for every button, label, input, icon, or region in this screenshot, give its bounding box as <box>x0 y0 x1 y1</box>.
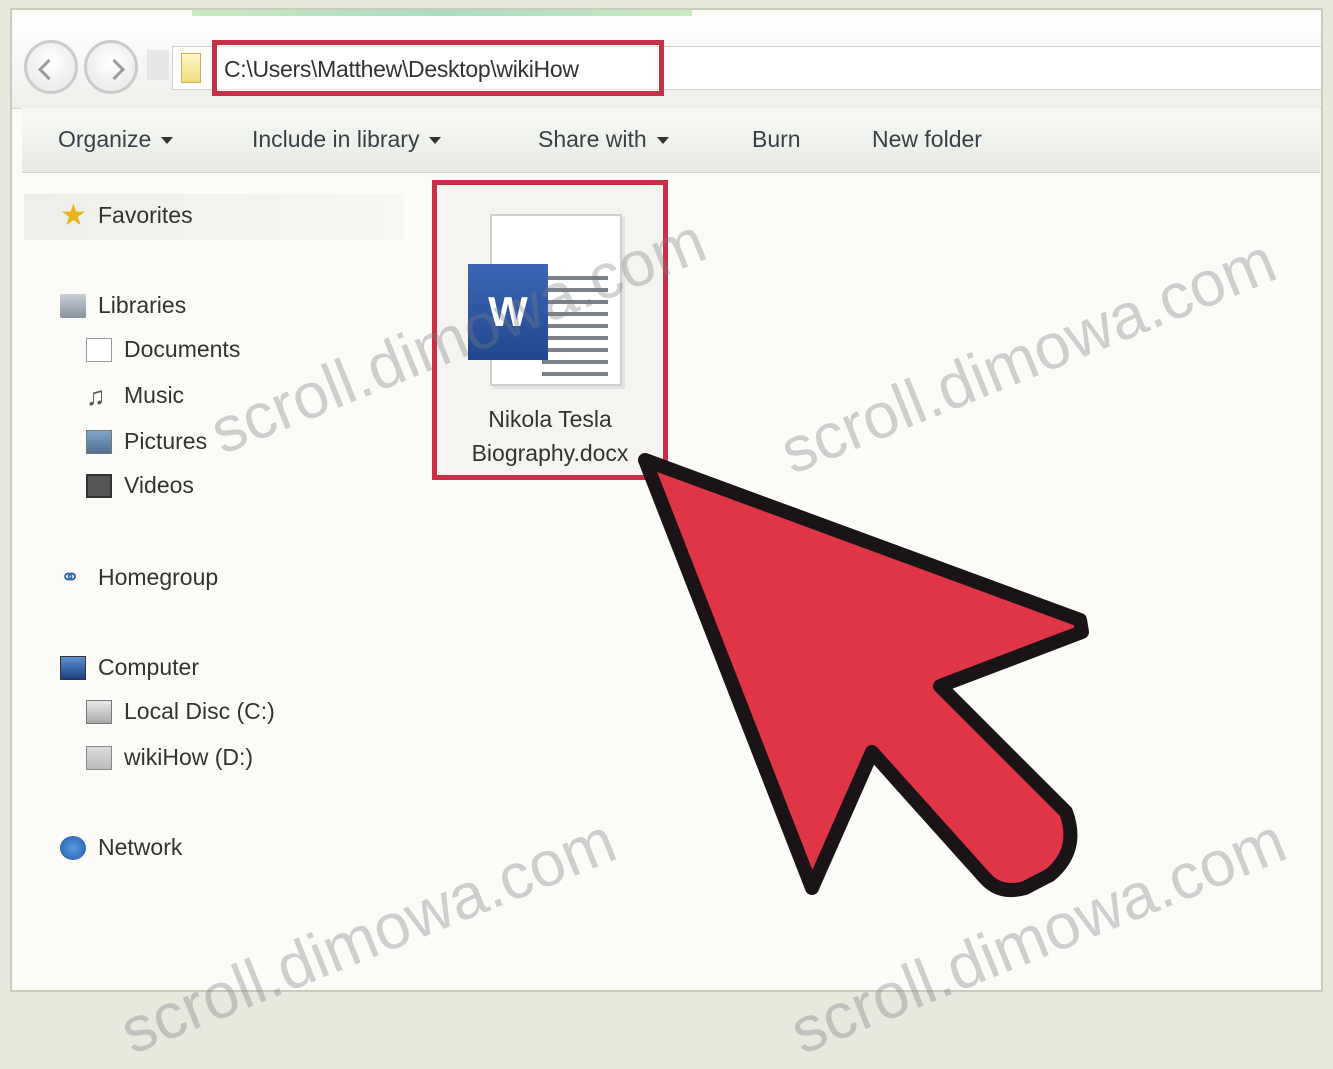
picture-icon <box>86 429 112 454</box>
hard-disk-icon <box>86 699 112 724</box>
nav-separator <box>147 50 169 80</box>
forward-button[interactable] <box>84 40 138 94</box>
sidebar-item-libraries[interactable]: Libraries <box>60 292 186 319</box>
sidebar-item-computer[interactable]: Computer <box>60 654 199 681</box>
file-name-label[interactable]: Nikola Tesla Biography.docx <box>437 402 663 470</box>
music-note-icon: ♫ <box>86 380 106 411</box>
command-toolbar: Organize Include in library Share with B… <box>22 108 1320 173</box>
sidebar-item-videos[interactable]: Videos <box>86 472 194 499</box>
organize-button[interactable]: Organize <box>58 126 174 153</box>
document-icon <box>86 337 112 362</box>
sidebar-item-local-disc[interactable]: Local Disc (C:) <box>86 698 275 725</box>
explorer-window: C:\Users\Matthew\Desktop\wikiHow Organiz… <box>10 8 1323 992</box>
sidebar-item-pictures[interactable]: Pictures <box>86 428 207 455</box>
sidebar-item-homegroup[interactable]: ⚭ Homegroup <box>60 564 218 591</box>
sidebar-item-music[interactable]: ♫ Music <box>86 382 184 409</box>
library-icon <box>60 293 86 318</box>
network-icon <box>60 835 86 860</box>
sidebar-item-wikihow-drive[interactable]: wikiHow (D:) <box>86 744 253 771</box>
sidebar-item-network[interactable]: Network <box>60 834 182 861</box>
homegroup-icon: ⚭ <box>60 563 81 591</box>
address-path[interactable]: C:\Users\Matthew\Desktop\wikiHow <box>224 56 579 83</box>
include-in-library-button[interactable]: Include in library <box>252 126 442 153</box>
chevron-down-icon <box>656 137 669 145</box>
computer-icon <box>60 655 86 680</box>
navigation-bar: C:\Users\Matthew\Desktop\wikiHow <box>12 16 1321 109</box>
folder-icon <box>181 53 201 83</box>
sidebar-item-favorites[interactable]: ★ Favorites <box>60 198 193 232</box>
star-icon: ★ <box>60 198 87 232</box>
chevron-down-icon <box>429 137 442 145</box>
burn-button[interactable]: Burn <box>752 126 801 153</box>
share-with-button[interactable]: Share with <box>538 126 669 153</box>
new-folder-button[interactable]: New folder <box>872 126 982 153</box>
navigation-pane: ★ Favorites Libraries Documents ♫ Music Pi… <box>12 172 412 990</box>
back-button[interactable] <box>24 40 78 94</box>
chevron-down-icon <box>161 137 174 145</box>
drive-icon <box>86 745 112 770</box>
video-icon <box>86 473 112 498</box>
sidebar-item-documents[interactable]: Documents <box>86 336 240 363</box>
